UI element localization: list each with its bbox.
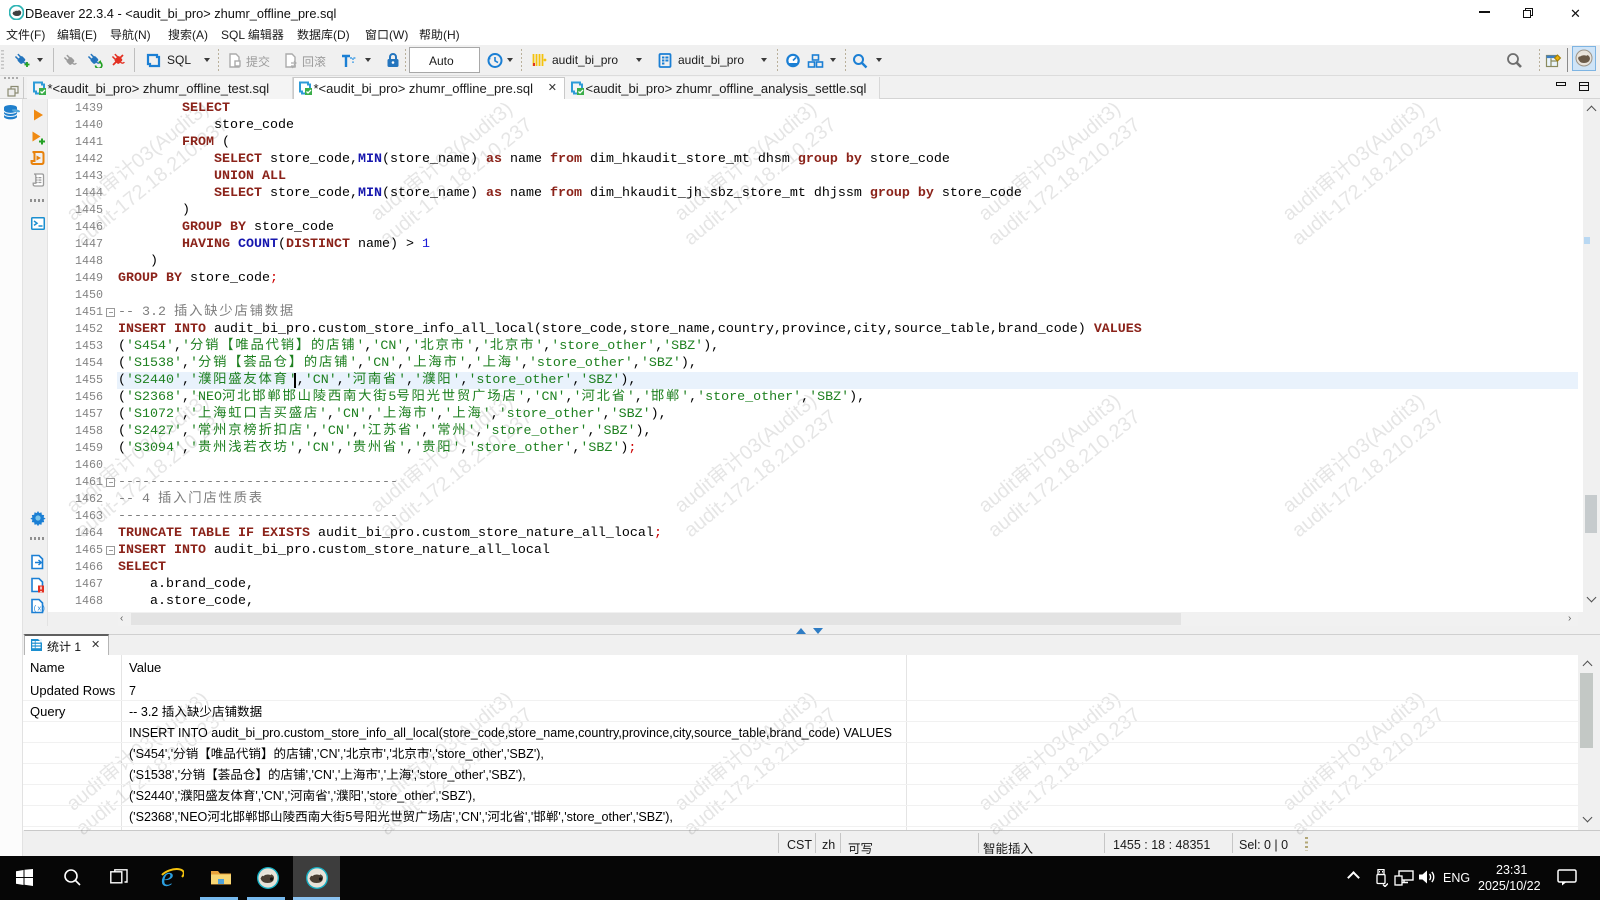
svg-text:(x): (x)	[33, 606, 45, 614]
